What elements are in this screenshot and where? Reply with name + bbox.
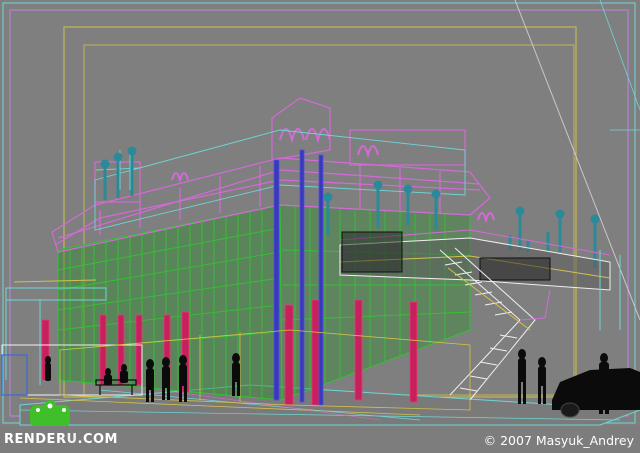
- render-viewport: RENDERU.COM © 2007 Masyuk_Andrey: [0, 0, 640, 453]
- copyright-notice: © 2007 Masyuk_Andrey: [483, 433, 634, 448]
- wireframe-render-scene: [0, 0, 640, 453]
- site-logo: RENDERU.COM: [4, 432, 118, 447]
- site-logo-accent: U: [66, 432, 78, 447]
- site-logo-left: RENDER: [4, 432, 67, 447]
- site-logo-right: .COM: [77, 432, 118, 447]
